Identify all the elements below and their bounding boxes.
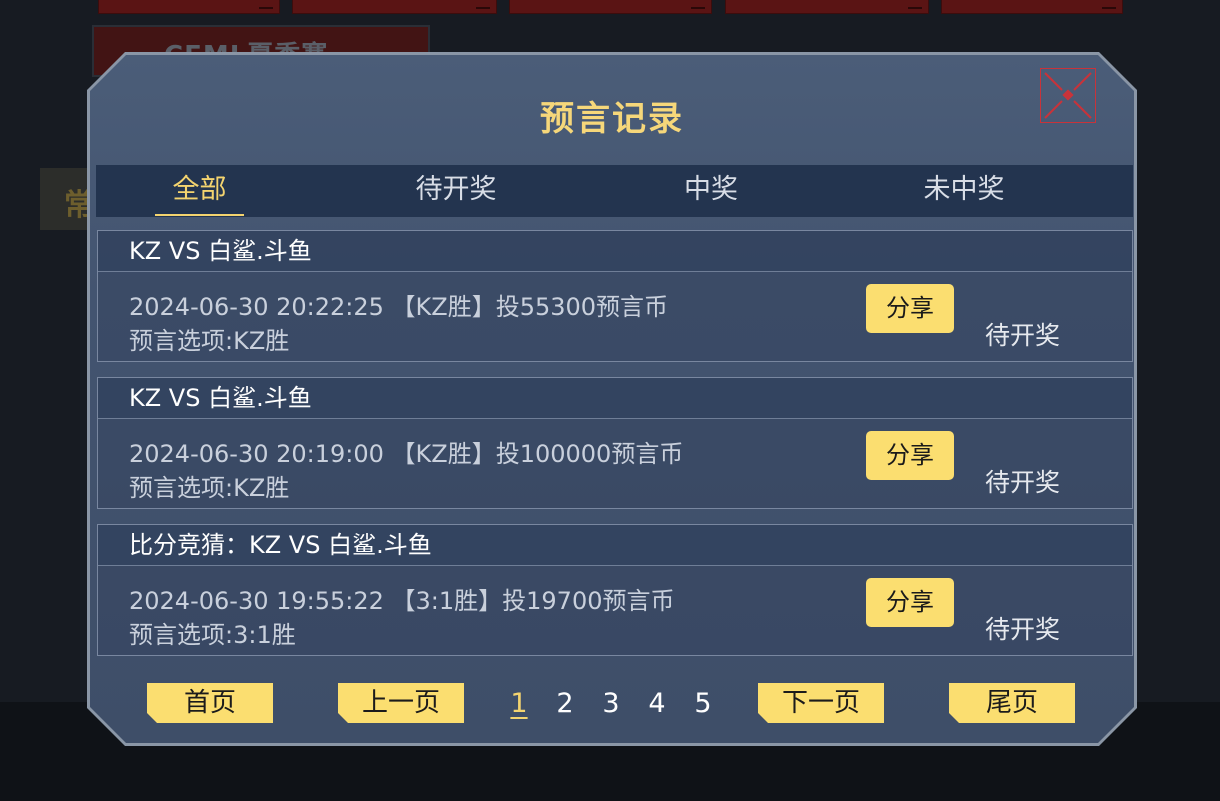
next-page-button[interactable]: 下一页 [758,683,884,723]
record-match: 比分竞猜：KZ VS 白鲨.斗鱼 [98,525,1132,566]
page-number-2[interactable]: 2 [550,685,580,723]
record-detail: 2024-06-30 20:19:00 【KZ胜】投100000预言币 [129,440,684,468]
record-item: KZ VS 白鲨.斗鱼 2024-06-30 20:19:00 【KZ胜】投10… [97,377,1133,509]
record-item: 比分竞猜：KZ VS 白鲨.斗鱼 2024-06-30 19:55:22 【3:… [97,524,1133,656]
first-page-button[interactable]: 首页 [147,683,273,723]
bg-top-button [98,0,280,14]
record-match: KZ VS 白鲨.斗鱼 [98,378,1132,419]
record-detail: 2024-06-30 19:55:22 【3:1胜】投19700预言币 [129,587,675,615]
close-x-icon [1041,69,1095,122]
page-number-5[interactable]: 5 [688,685,718,723]
page-number-3[interactable]: 3 [596,685,626,723]
bg-top-button [509,0,712,14]
prediction-records-dialog: 预言记录 全部 待开奖 中奖 未中奖 KZ VS 白鲨.斗鱼 2024-06-3… [87,52,1137,746]
record-status: 待开奖 [985,468,1061,497]
bg-top-button [941,0,1123,14]
page-number-1[interactable]: 1 [504,685,534,723]
dialog-body: 预言记录 全部 待开奖 中奖 未中奖 KZ VS 白鲨.斗鱼 2024-06-3… [90,55,1134,743]
record-status: 待开奖 [985,321,1061,350]
share-button[interactable]: 分享 [866,284,954,333]
page-number-4[interactable]: 4 [642,685,672,723]
filter-tabs: 全部 待开奖 中奖 未中奖 [96,165,1133,217]
record-option: 预言选项:3:1胜 [129,621,296,649]
bg-top-button [725,0,929,14]
close-button[interactable] [1040,68,1096,123]
record-item: KZ VS 白鲨.斗鱼 2024-06-30 20:22:25 【KZ胜】投55… [97,230,1133,362]
tab-all[interactable]: 全部 [155,165,244,217]
tab-pending[interactable]: 待开奖 [396,165,516,217]
dialog-title: 预言记录 [540,99,684,139]
share-button[interactable]: 分享 [866,578,954,627]
last-page-button[interactable]: 尾页 [949,683,1075,723]
tab-won[interactable]: 中奖 [666,165,756,217]
prev-page-button[interactable]: 上一页 [338,683,464,723]
record-status: 待开奖 [985,615,1061,644]
tab-lost[interactable]: 未中奖 [904,165,1024,217]
record-detail: 2024-06-30 20:22:25 【KZ胜】投55300预言币 [129,293,669,321]
record-option: 预言选项:KZ胜 [129,327,290,355]
record-option: 预言选项:KZ胜 [129,474,290,502]
record-match: KZ VS 白鲨.斗鱼 [98,231,1132,272]
bg-top-button [292,0,497,14]
share-button[interactable]: 分享 [866,431,954,480]
